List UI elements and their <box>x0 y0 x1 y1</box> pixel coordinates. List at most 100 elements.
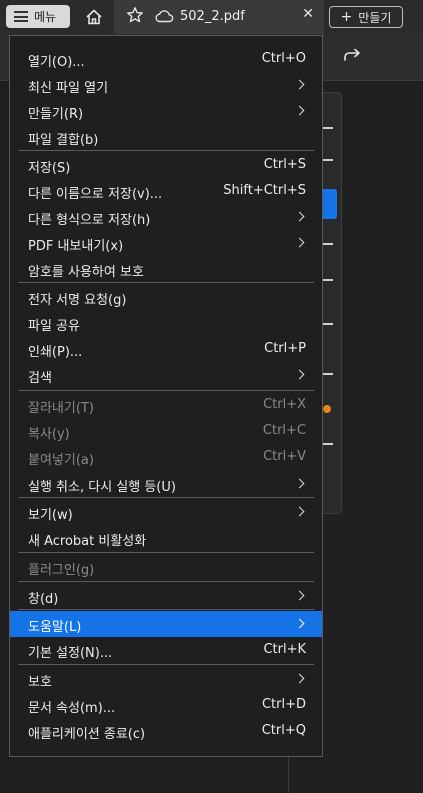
menu-item-label: 전자 서명 요청(g) <box>28 293 127 308</box>
document-tab[interactable]: 502_2.pdf ✕ <box>114 0 324 34</box>
menu-item-검색[interactable]: 검색 <box>10 362 322 388</box>
menu-item-label: 붙여넣기(a) <box>28 453 94 468</box>
menu-separator <box>18 664 314 665</box>
menu-item-label: 파일 결합(b) <box>28 133 99 148</box>
menu-item-다른-형식으로-저장[interactable]: 다른 형식으로 저장(h) <box>10 204 322 230</box>
menu-item-label: 잘라내기(T) <box>28 401 94 416</box>
menu-item-창[interactable]: 창(d) <box>10 583 322 609</box>
menu-item-실행-취소-다시-실행-등[interactable]: 실행 취소, 다시 실행 등(U) <box>10 471 322 497</box>
menu-item-label: 도움말(L) <box>28 620 82 635</box>
main-menu-dropdown: 열기(O)... Ctrl+O 최신 파일 열기만들기(R) 파일 결합(b) 저장(S… <box>9 35 323 757</box>
menu-item-label: 열기(O)... <box>28 55 85 70</box>
tool-icon[interactable] <box>323 279 333 281</box>
menu-separator <box>18 497 314 498</box>
menu-separator <box>18 552 314 553</box>
tool-icon[interactable] <box>323 443 333 445</box>
menu-item-shortcut: Ctrl+S <box>263 157 306 172</box>
menu-item-label: 새 Acrobat 비활성화 <box>28 534 147 549</box>
tool-icon[interactable] <box>323 159 333 161</box>
menu-item-label: 만들기(R) <box>28 107 84 122</box>
menu-item-shortcut: Ctrl+O <box>261 51 306 66</box>
menu-item-저장[interactable]: 저장(S) Ctrl+S <box>10 152 322 178</box>
menu-item-파일-결합[interactable]: 파일 결합(b) <box>10 124 322 150</box>
menu-item-label: PDF 내보내기(x) <box>28 239 124 254</box>
menu-item-파일-공유[interactable]: 파일 공유 <box>10 310 322 336</box>
menu-item-label: 다른 형식으로 저장(h) <box>28 213 151 228</box>
menu-item-최신-파일-열기[interactable]: 최신 파일 열기 <box>10 72 322 98</box>
menu-item-label: 암호를 사용하여 보호 <box>28 265 144 280</box>
cloud-icon <box>154 8 174 28</box>
menu-item-인쇄[interactable]: 인쇄(P)... Ctrl+P <box>10 336 322 362</box>
menu-item-label: 복사(y) <box>28 427 70 442</box>
redo-icon[interactable] <box>342 48 364 68</box>
menu-item-label: 창(d) <box>28 592 59 607</box>
menu-separator <box>18 282 314 283</box>
hamburger-icon <box>14 11 28 22</box>
menu-item-shortcut: Ctrl+Q <box>261 723 306 738</box>
menu-item-shortcut: Ctrl+V <box>263 449 306 464</box>
menu-item-label: 검색 <box>28 371 52 386</box>
plus-icon: + <box>340 9 353 25</box>
menu-item-label: 기본 설정(N)... <box>28 646 113 661</box>
chevron-right-icon <box>294 237 305 248</box>
menu-item-도움말[interactable]: 도움말(L) <box>10 611 322 637</box>
menu-item-shortcut: Shift+Ctrl+S <box>223 183 306 198</box>
color-swatch-icon[interactable] <box>323 405 331 413</box>
tool-icon[interactable] <box>323 127 333 129</box>
home-icon[interactable] <box>78 3 110 31</box>
chevron-right-icon <box>294 673 305 684</box>
tab-bar: 메뉴 502_2.pdf ✕ + 만들기 <box>0 0 423 34</box>
menu-item-암호를-사용하여-보호[interactable]: 암호를 사용하여 보호 <box>10 256 322 282</box>
chevron-right-icon <box>294 618 305 629</box>
close-tab-icon[interactable]: ✕ <box>302 6 314 22</box>
menu-item-기본-설정[interactable]: 기본 설정(N)... Ctrl+K <box>10 637 322 663</box>
menu-item-shortcut: Ctrl+P <box>264 341 306 356</box>
tab-title: 502_2.pdf <box>180 9 245 24</box>
menu-item-label: 인쇄(P)... <box>28 345 83 360</box>
menu-item-애플리케이션-종료[interactable]: 애플리케이션 종료(c) Ctrl+Q <box>10 718 322 744</box>
tool-icon[interactable] <box>323 323 333 325</box>
chevron-right-icon <box>294 369 305 380</box>
menu-item-전자-서명-요청[interactable]: 전자 서명 요청(g) <box>10 284 322 310</box>
menu-separator <box>18 150 314 151</box>
tool-icon[interactable] <box>323 243 333 245</box>
menu-item-shortcut: Ctrl+D <box>261 697 306 712</box>
menu-item-shortcut: Ctrl+X <box>263 397 306 412</box>
menu-item-열기[interactable]: 열기(O)... Ctrl+O <box>10 46 322 72</box>
chevron-right-icon <box>294 211 305 222</box>
menu-item-label: 보호 <box>28 675 52 690</box>
menu-item-label: 최신 파일 열기 <box>28 81 109 96</box>
menu-item-잘라내기: 잘라내기(T) Ctrl+X <box>10 392 322 418</box>
menu-item-label: 실행 취소, 다시 실행 등(U) <box>28 480 176 495</box>
menu-item-문서-속성[interactable]: 문서 속성(m)... Ctrl+D <box>10 692 322 718</box>
star-icon[interactable] <box>126 6 144 28</box>
menu-item-label: 다른 이름으로 저장(v)... <box>28 187 163 202</box>
menu-item-다른-이름으로-저장[interactable]: 다른 이름으로 저장(v)... Shift+Ctrl+S <box>10 178 322 204</box>
menu-button[interactable]: 메뉴 <box>6 5 70 28</box>
menu-item-shortcut: Ctrl+K <box>263 642 306 657</box>
menu-item-label: 보기(w) <box>28 508 73 523</box>
menu-item-label: 저장(S) <box>28 161 71 176</box>
menu-item-복사: 복사(y) Ctrl+C <box>10 418 322 444</box>
menu-item-플러그인: 플러그인(g) <box>10 554 322 580</box>
create-button[interactable]: + 만들기 <box>329 6 403 28</box>
menu-item-shortcut: Ctrl+C <box>262 423 306 438</box>
menu-item-보호[interactable]: 보호 <box>10 666 322 692</box>
tool-icon[interactable] <box>323 373 333 375</box>
menu-button-label: 메뉴 <box>34 10 57 24</box>
menu-item-label: 애플리케이션 종료(c) <box>28 727 146 742</box>
menu-separator <box>18 609 314 610</box>
menu-item-pdf-내보내기[interactable]: PDF 내보내기(x) <box>10 230 322 256</box>
menu-separator <box>18 581 314 582</box>
menu-item-label: 파일 공유 <box>28 319 80 334</box>
menu-item-새-acrobat-비활성화[interactable]: 새 Acrobat 비활성화 <box>10 525 322 551</box>
chevron-right-icon <box>294 506 305 517</box>
chevron-right-icon <box>294 590 305 601</box>
menu-item-label: 플러그인(g) <box>28 563 95 578</box>
create-button-label: 만들기 <box>358 10 392 25</box>
chevron-right-icon <box>294 79 305 90</box>
chevron-right-icon <box>294 478 305 489</box>
menu-item-label: 문서 속성(m)... <box>28 701 116 716</box>
menu-item-만들기[interactable]: 만들기(R) <box>10 98 322 124</box>
menu-item-보기[interactable]: 보기(w) <box>10 499 322 525</box>
